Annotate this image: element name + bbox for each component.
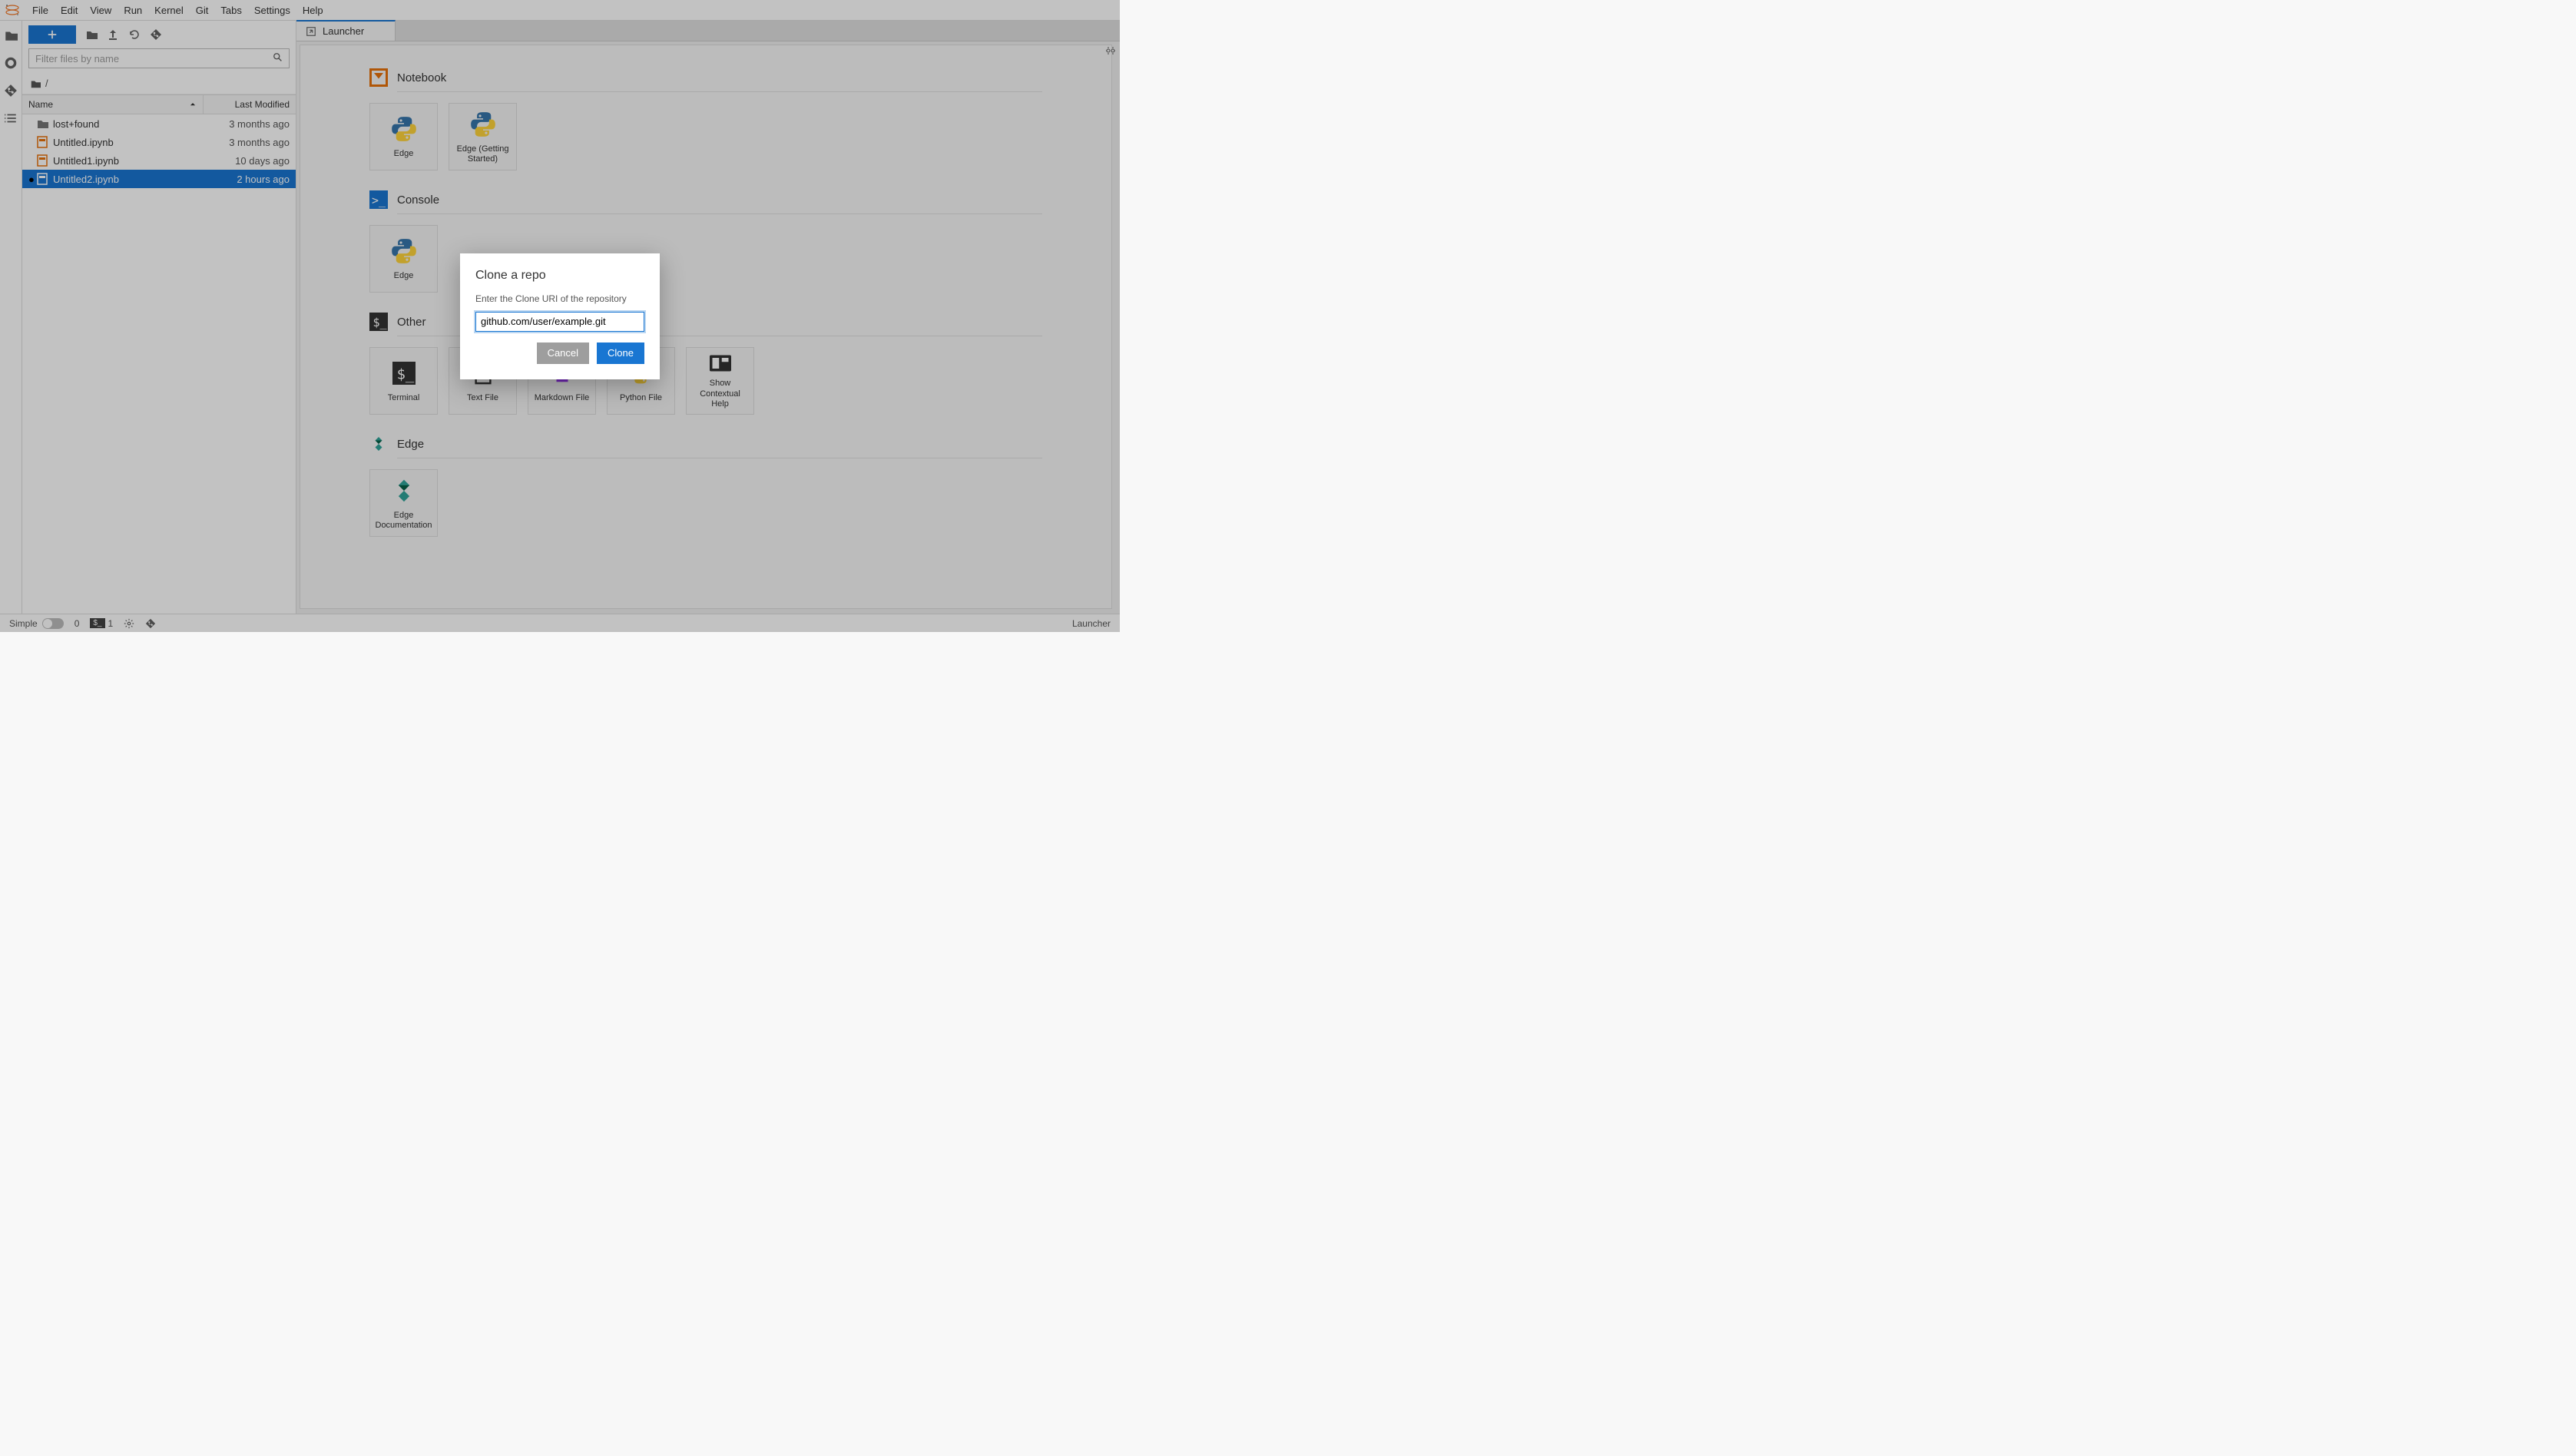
clone-uri-input[interactable] <box>475 312 644 332</box>
clone-dialog: Clone a repo Enter the Clone URI of the … <box>460 253 660 379</box>
cancel-button[interactable]: Cancel <box>537 342 589 364</box>
dialog-title: Clone a repo <box>475 269 644 283</box>
dialog-message: Enter the Clone URI of the repository <box>475 293 644 304</box>
clone-button[interactable]: Clone <box>597 342 644 364</box>
modal-overlay: Clone a repo Enter the Clone URI of the … <box>0 0 1120 632</box>
